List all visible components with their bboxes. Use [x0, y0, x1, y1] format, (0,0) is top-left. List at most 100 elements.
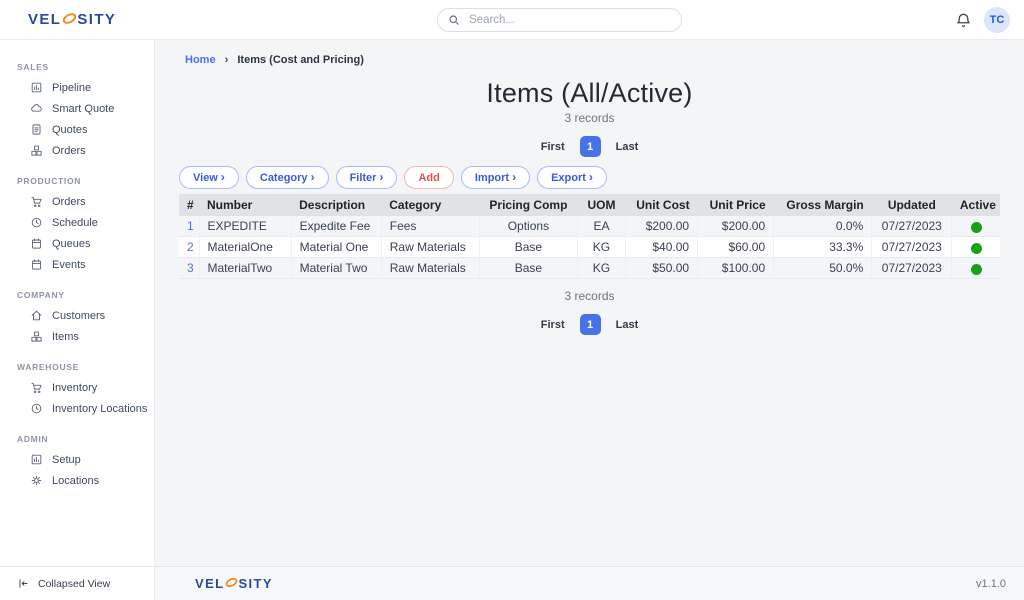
- user-avatar[interactable]: TC: [984, 7, 1010, 33]
- logo-text-suffix: SITY: [77, 11, 117, 28]
- breadcrumb: Home › Items (Cost and Pricing): [185, 54, 1000, 66]
- sidebar-item-label: Items: [52, 330, 79, 343]
- sidebar-item-sales-orders[interactable]: Orders: [0, 140, 154, 161]
- cell-unit-cost: $40.00: [624, 236, 698, 259]
- column-header-pricing-comp: Pricing Comp: [479, 194, 578, 217]
- sidebar-item-production-orders[interactable]: Orders: [0, 191, 154, 212]
- active-status-dot: [970, 221, 982, 233]
- sidebar-item-sales-smart-quote[interactable]: Smart Quote: [0, 98, 154, 119]
- sidebar-item-company-customers[interactable]: Customers: [0, 305, 154, 326]
- search-box[interactable]: [437, 8, 682, 32]
- cell-updated: 07/27/2023: [871, 257, 952, 280]
- search-input[interactable]: [467, 13, 671, 27]
- pagination-bottom: First 1 Last: [179, 314, 1000, 336]
- cell-number: MaterialOne: [198, 236, 292, 259]
- column-header-unit-cost: Unit Cost: [625, 194, 698, 217]
- main-area: Home › Items (Cost and Pricing) Items (A…: [155, 40, 1024, 600]
- cell-unit-price: $100.00: [697, 257, 774, 280]
- footer-brand-logo: VEL SITY: [195, 576, 273, 592]
- view-button[interactable]: View ›: [179, 166, 239, 190]
- cell-num[interactable]: 1: [179, 216, 200, 238]
- cell-num[interactable]: 2: [179, 236, 200, 259]
- sidebar-item-label: Schedule: [52, 216, 98, 229]
- notifications-bell-icon[interactable]: [955, 12, 972, 29]
- filter-button[interactable]: Filter ›: [335, 166, 398, 190]
- cell-category: Raw Materials: [380, 236, 480, 259]
- sidebar-item-warehouse-inventory[interactable]: Inventory: [0, 377, 154, 398]
- sidebar-item-production-events[interactable]: Events: [0, 254, 154, 275]
- cell-active: [951, 236, 1000, 259]
- items-table: # Number Description Category Pricing Comp UO…: [179, 194, 1000, 280]
- button-label: Import: [474, 171, 510, 184]
- sidebar-section-company: COMPANY Customers Items: [0, 284, 154, 347]
- sidebar-section-warehouse: WAREHOUSE Inventory Inventory Locations: [0, 356, 154, 419]
- breadcrumb-current: Items (Cost and Pricing): [237, 54, 364, 66]
- cell-number: MaterialTwo: [198, 257, 292, 280]
- calendar-icon: [30, 258, 43, 271]
- table-row[interactable]: 2 MaterialOne Material One Raw Materials Bas…: [179, 236, 1000, 259]
- sidebar-item-production-schedule[interactable]: Schedule: [0, 212, 154, 233]
- pagination-last-button[interactable]: Last: [616, 319, 639, 331]
- import-button[interactable]: Import ›: [460, 166, 531, 190]
- cell-updated: 07/27/2023: [871, 236, 952, 259]
- card-icon: [30, 123, 43, 136]
- sidebar-item-label: Customers: [52, 309, 106, 322]
- column-header-: #: [179, 194, 200, 217]
- pagination-page-1-button[interactable]: 1: [579, 314, 601, 336]
- sidebar-item-label: Smart Quote: [52, 102, 115, 115]
- sidebar-item-admin-setup[interactable]: Setup: [0, 449, 154, 470]
- sidebar-item-company-items[interactable]: Items: [0, 326, 154, 347]
- column-header-uom: UOM: [577, 194, 626, 217]
- pagination-page-1-button[interactable]: 1: [579, 136, 601, 157]
- column-header-gross-margin: Gross Margin: [773, 194, 872, 217]
- sidebar-item-warehouse-inventory-locations[interactable]: Inventory Locations: [0, 398, 154, 419]
- search-icon: [449, 15, 459, 25]
- button-label: Category: [259, 171, 308, 184]
- column-header-updated: Updated: [871, 194, 952, 217]
- cell-category: Raw Materials: [380, 257, 480, 280]
- cell-gross-margin: 33.3%: [773, 236, 872, 259]
- category-button[interactable]: Category ›: [245, 166, 329, 190]
- cell-active: [951, 257, 1000, 280]
- table-row[interactable]: 1 EXPEDITE Expedite Fee Fees Options EA $200.0…: [179, 216, 1000, 238]
- export-button[interactable]: Export ›: [537, 166, 607, 190]
- sidebar-item-production-queues[interactable]: Queues: [0, 233, 154, 254]
- cell-unit-cost: $50.00: [624, 257, 698, 280]
- cell-number: EXPEDITE: [198, 216, 292, 238]
- sidebar-item-label: Inventory: [52, 381, 98, 394]
- cell-unit-price: $60.00: [697, 236, 774, 259]
- sidebar-item-sales-quotes[interactable]: Quotes: [0, 119, 154, 140]
- clock-icon: [30, 216, 43, 229]
- brand-logo[interactable]: VEL SITY: [28, 11, 116, 29]
- sidebar-item-label: Orders: [52, 144, 86, 157]
- pagination-first-button[interactable]: First: [541, 319, 565, 331]
- chevron-right-icon: ›: [310, 170, 315, 184]
- button-label: Add: [418, 171, 440, 184]
- cell-num[interactable]: 3: [179, 257, 200, 280]
- cell-description: Material Two: [290, 257, 382, 280]
- add-button[interactable]: Add: [404, 166, 454, 190]
- column-header-active: Active: [951, 194, 1000, 217]
- sidebar-item-label: Pipeline: [52, 81, 92, 94]
- sidebar-item-admin-locations[interactable]: Locations: [0, 470, 154, 491]
- column-header-number: Number: [199, 194, 292, 217]
- pagination-last-button[interactable]: Last: [616, 141, 639, 153]
- home-icon: [30, 309, 43, 322]
- section-label-production: PRODUCTION: [17, 176, 82, 186]
- cell-uom: EA: [576, 216, 626, 238]
- pagination-first-button[interactable]: First: [541, 141, 565, 153]
- cell-uom: KG: [576, 257, 626, 280]
- logo-text-prefix: VEL: [28, 11, 62, 28]
- table-row[interactable]: 3 MaterialTwo Material Two Raw Materials Bas…: [179, 257, 1000, 280]
- collapse-sidebar-icon: [17, 577, 30, 590]
- collapsed-view-button[interactable]: Collapsed View: [0, 566, 154, 600]
- active-status-dot: [970, 242, 982, 254]
- boxes-icon: [30, 330, 43, 343]
- chevron-right-icon: ›: [220, 170, 225, 184]
- breadcrumb-home-link[interactable]: Home: [185, 54, 216, 66]
- pagination-top: First 1 Last: [179, 136, 1000, 157]
- button-label: View: [193, 171, 218, 184]
- board-icon: [30, 453, 43, 466]
- version-label: v1.1.0: [976, 577, 1006, 590]
- sidebar-item-sales-pipeline[interactable]: Pipeline: [0, 77, 154, 98]
